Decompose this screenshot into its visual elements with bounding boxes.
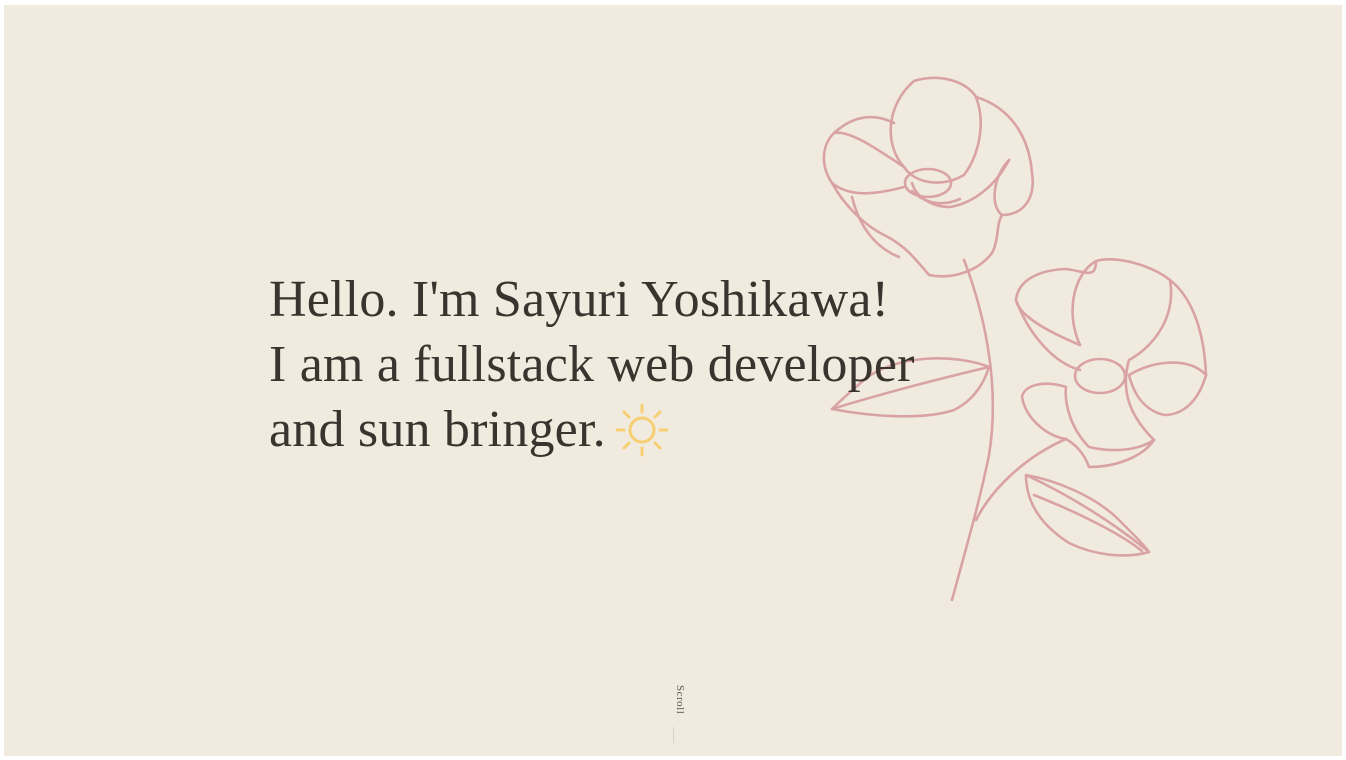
- scroll-line: [673, 727, 674, 743]
- hero-line-3-wrapper: and sun bringer.: [269, 397, 915, 462]
- hero-line-2: I am a fullstack web developer: [269, 336, 915, 393]
- scroll-indicator[interactable]: Scroll: [674, 685, 686, 714]
- hero-line-1: Hello. I'm Sayuri Yoshikawa!: [269, 271, 890, 328]
- hero-section: Hello. I'm Sayuri Yoshikawa! I am a full…: [4, 5, 1342, 756]
- hero-heading: Hello. I'm Sayuri Yoshikawa! I am a full…: [269, 267, 915, 462]
- hero-line-3: and sun bringer.: [269, 401, 606, 458]
- sun-icon: [615, 403, 669, 457]
